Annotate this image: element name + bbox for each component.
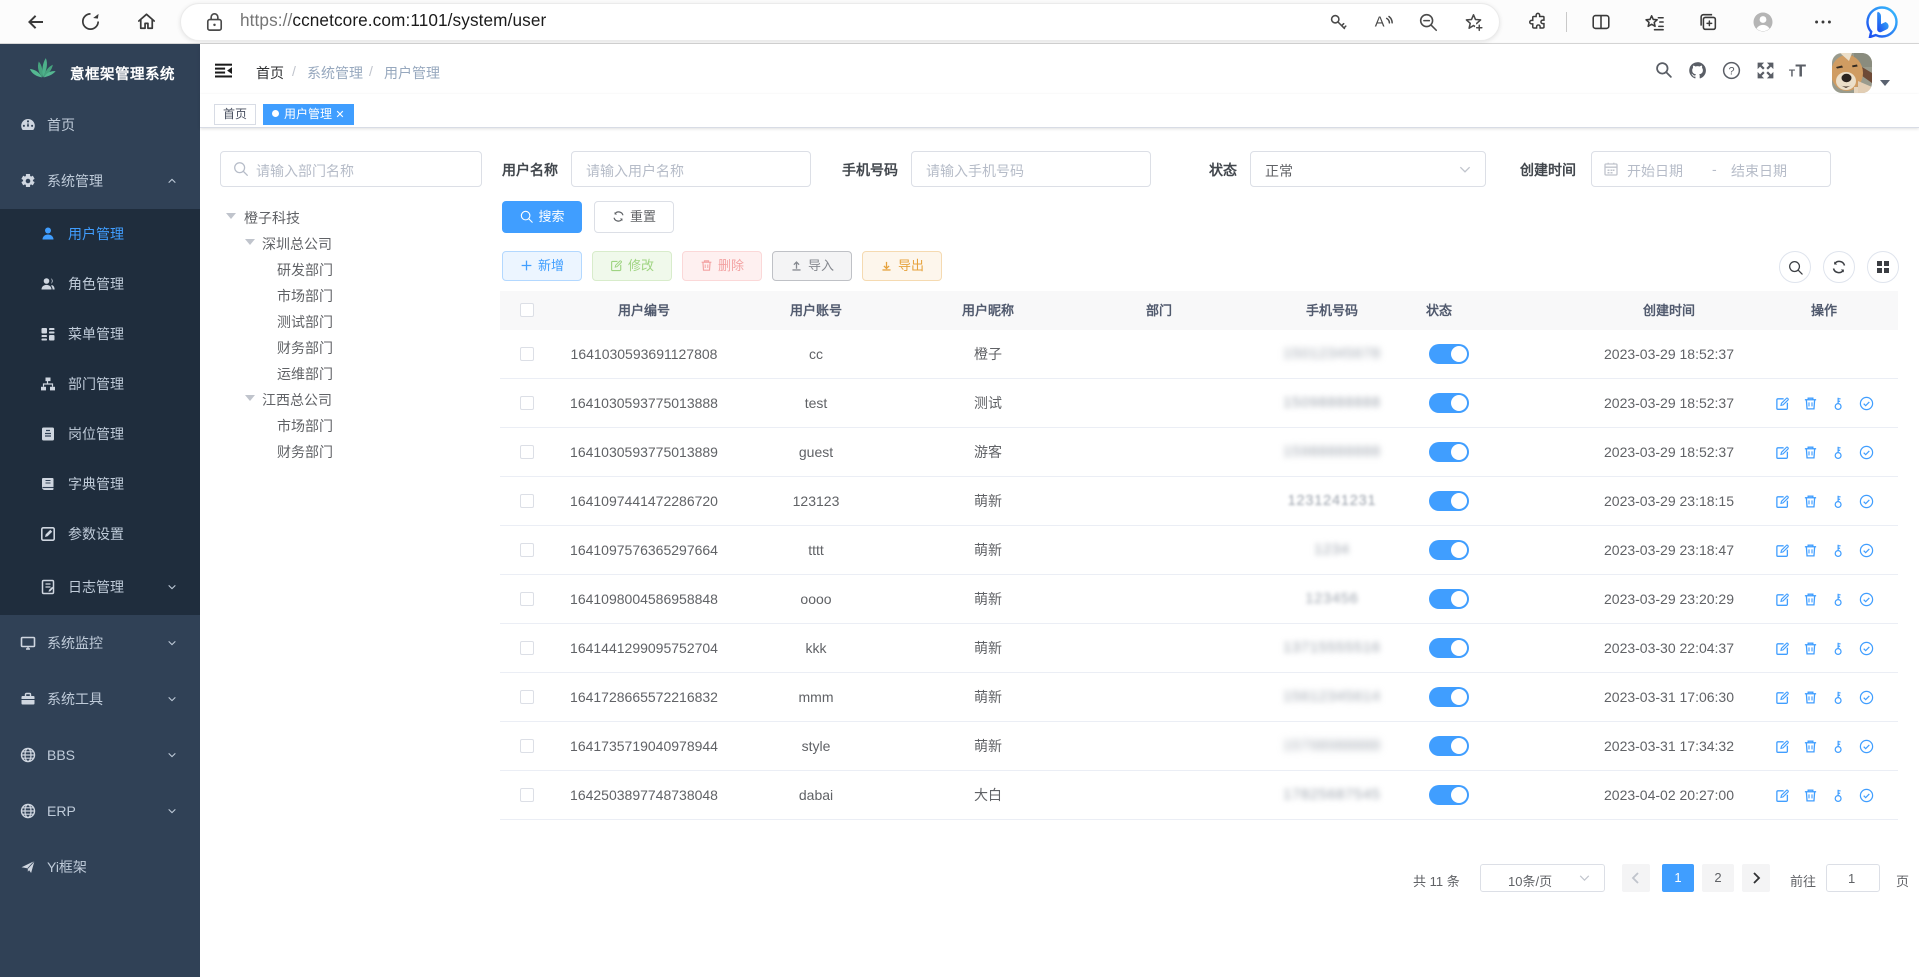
svg-text:T: T — [1795, 61, 1806, 81]
svg-text:A: A — [1375, 15, 1385, 31]
svg-text:?: ? — [1729, 65, 1735, 77]
